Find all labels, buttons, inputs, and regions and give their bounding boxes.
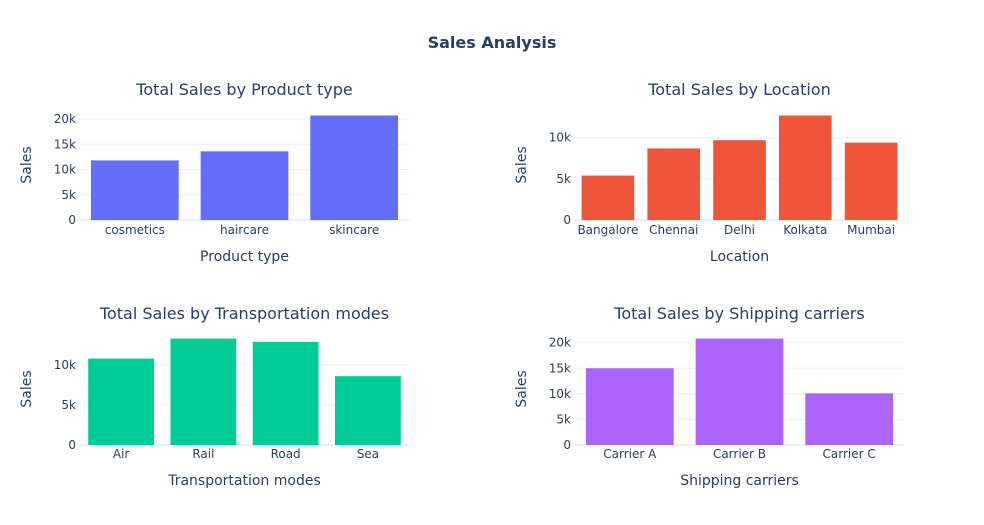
y-axis-title: Sales bbox=[19, 370, 35, 407]
y-tick-label: 5k bbox=[61, 398, 76, 412]
x-axis-title: Product type bbox=[200, 249, 289, 265]
x-tick-label: Carrier C bbox=[823, 447, 876, 461]
x-tick-label: Air bbox=[113, 447, 130, 461]
bar-carrier-a bbox=[585, 368, 674, 445]
y-axis-title: Sales bbox=[514, 146, 530, 183]
y-tick-label: 10k bbox=[549, 387, 571, 401]
y-tick-label: 0 bbox=[563, 213, 571, 227]
x-tick-label: Rail bbox=[192, 447, 214, 461]
y-tick-label: 5k bbox=[556, 412, 571, 426]
y-tick-label: 0 bbox=[68, 213, 76, 227]
bar-mumbai bbox=[844, 142, 898, 220]
chart-title: Total Sales by Location bbox=[647, 80, 831, 99]
x-tick-label: Carrier B bbox=[713, 447, 766, 461]
chart-title: Total Sales by Shipping carriers bbox=[613, 304, 864, 323]
x-tick-label: Sea bbox=[357, 447, 379, 461]
chart-title: Total Sales by Product type bbox=[135, 80, 352, 99]
x-tick-label: Kolkata bbox=[783, 223, 827, 237]
x-tick-label: Delhi bbox=[724, 223, 755, 237]
x-tick-label: cosmetics bbox=[105, 223, 165, 237]
bar-carrier-c bbox=[805, 393, 894, 445]
chart-title: Total Sales by Transportation modes bbox=[99, 304, 389, 323]
y-tick-label: 15k bbox=[54, 137, 76, 151]
x-tick-label: Carrier A bbox=[603, 447, 657, 461]
y-tick-label: 10k bbox=[54, 358, 76, 372]
x-tick-label: Mumbai bbox=[847, 223, 895, 237]
y-axis-title: Sales bbox=[514, 370, 530, 407]
y-tick-label: 5k bbox=[556, 172, 571, 186]
x-axis-title: Shipping carriers bbox=[680, 473, 799, 489]
y-tick-label: 5k bbox=[61, 188, 76, 202]
bar-road bbox=[252, 341, 319, 445]
bar-sea bbox=[334, 376, 401, 445]
bar-rail bbox=[170, 338, 237, 445]
bar-kolkata bbox=[778, 115, 832, 220]
charts-canvas: 0 5k 10k 15k 20k cosmetics haircare skincare Tot… bbox=[19, 80, 904, 489]
y-tick-label: 0 bbox=[563, 438, 571, 452]
y-axis-title: Sales bbox=[19, 146, 35, 183]
bar-bangalore bbox=[581, 175, 635, 220]
x-tick-label: Road bbox=[271, 447, 301, 461]
x-tick-label: skincare bbox=[329, 223, 379, 237]
y-tick-label: 20k bbox=[549, 336, 571, 350]
y-tick-label: 10k bbox=[54, 163, 76, 177]
bar-chennai bbox=[647, 148, 701, 220]
x-tick-label: haircare bbox=[220, 223, 269, 237]
y-tick-label: 15k bbox=[549, 361, 571, 375]
x-tick-label: Bangalore bbox=[577, 223, 638, 237]
y-tick-label: 0 bbox=[68, 438, 76, 452]
bar-air bbox=[88, 358, 155, 445]
x-axis-title: Location bbox=[710, 249, 769, 265]
bar-carrier-b bbox=[695, 338, 784, 445]
x-tick-label: Chennai bbox=[649, 223, 698, 237]
bar-haircare bbox=[200, 151, 289, 220]
x-axis-title: Transportation modes bbox=[167, 473, 321, 489]
y-tick-label: 20k bbox=[54, 112, 76, 126]
bar-cosmetics bbox=[90, 160, 179, 220]
bar-skincare bbox=[310, 115, 399, 220]
y-tick-label: 10k bbox=[549, 131, 571, 145]
bar-delhi bbox=[713, 140, 766, 220]
